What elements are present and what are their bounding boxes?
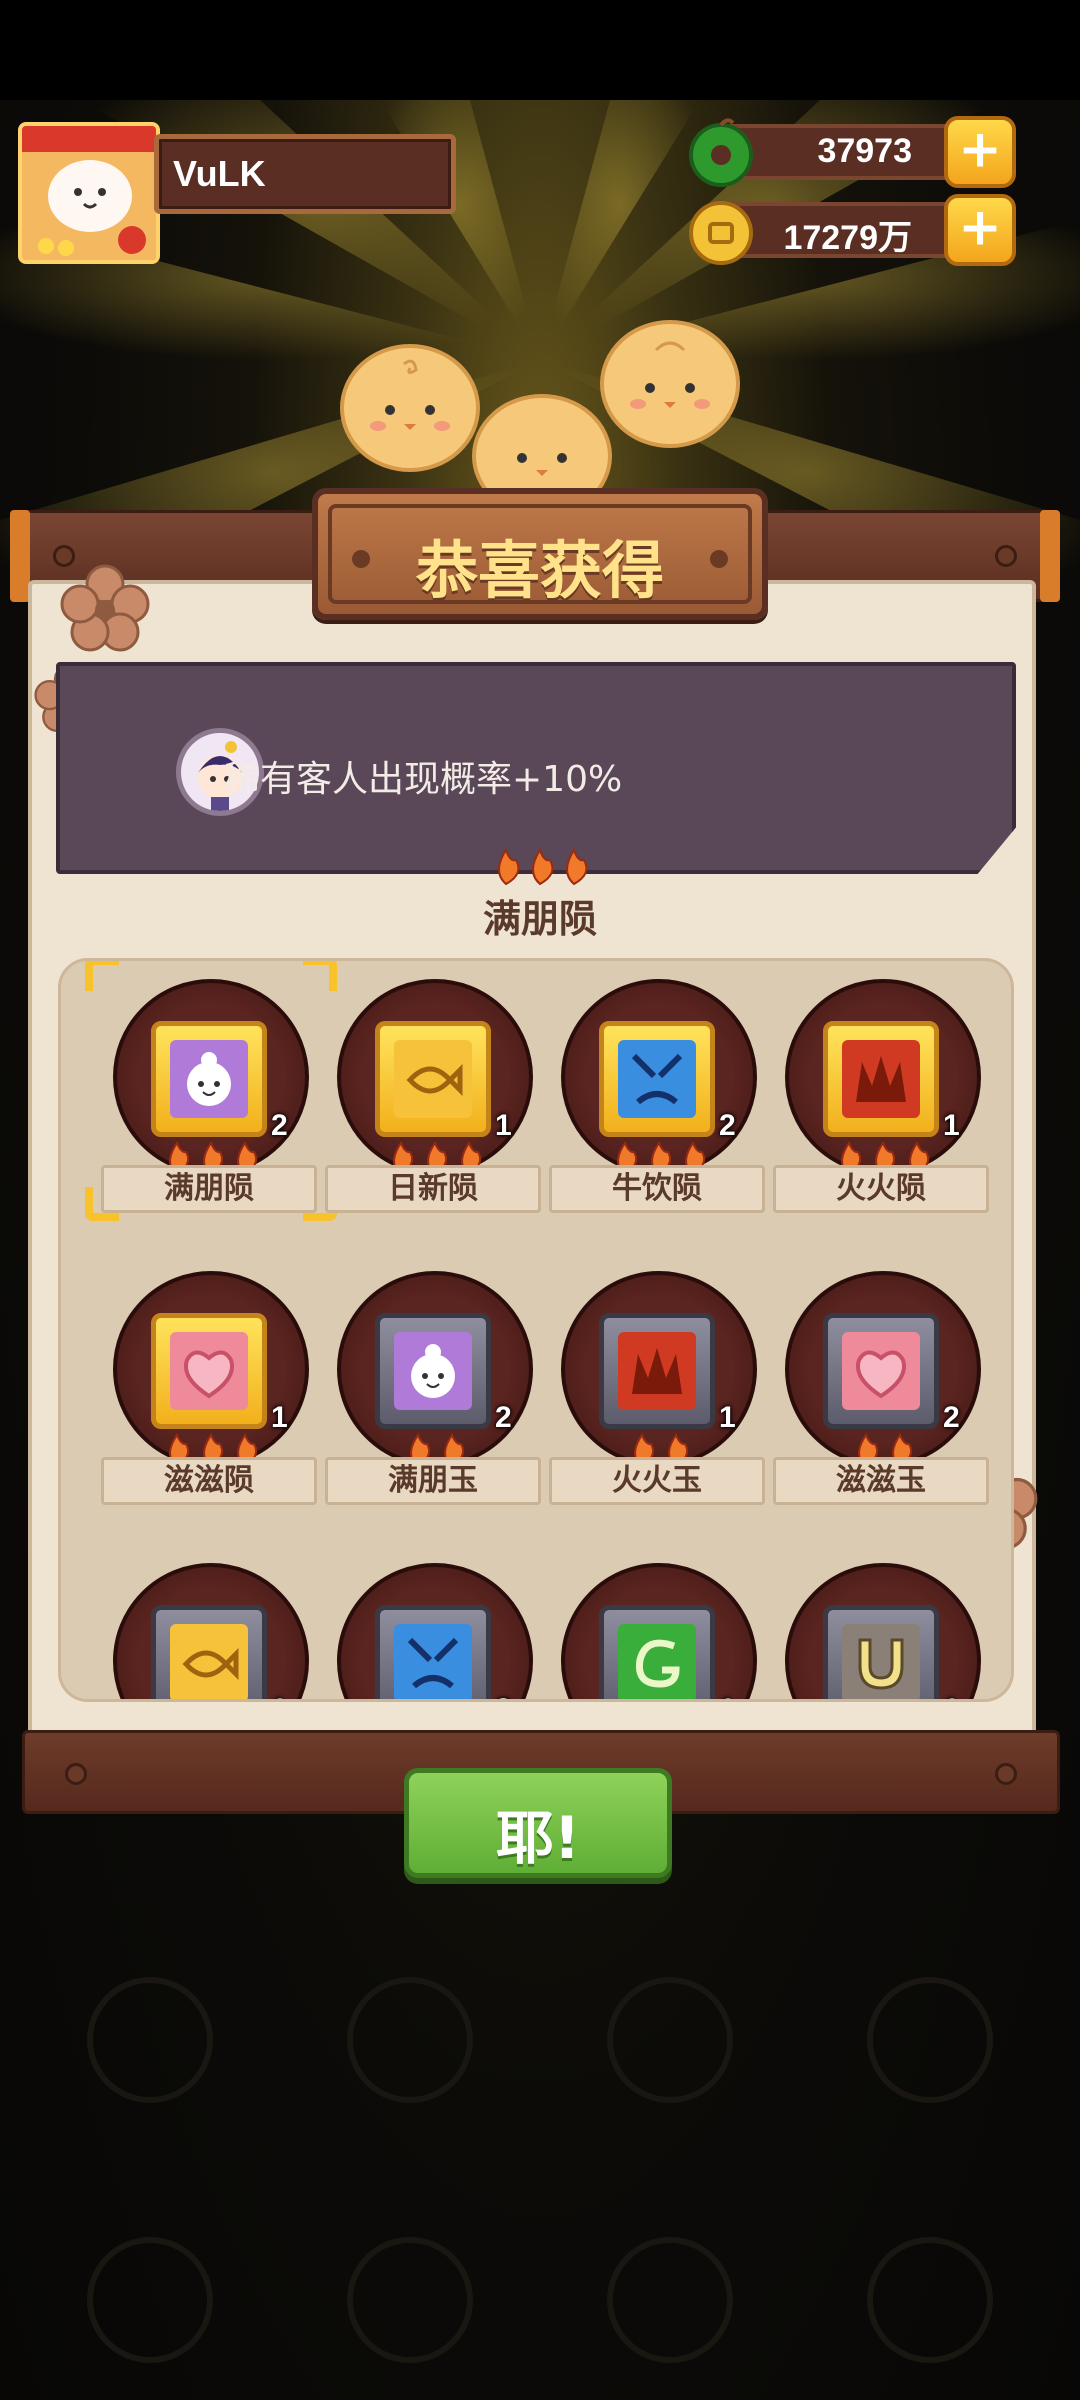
- reward-item[interactable]: 1: [549, 1553, 769, 1699]
- item-tile: [599, 1605, 715, 1699]
- item-name: 火火玉: [549, 1457, 765, 1505]
- jade-currency-bar: 37973 +: [689, 116, 1016, 188]
- crossed-arrows-icon: [394, 1624, 472, 1699]
- item-tile: [823, 1605, 939, 1699]
- horseshoe-icon: [842, 1624, 920, 1699]
- item-name: 滋滋玉: [773, 1457, 989, 1505]
- item-tile: [375, 1313, 491, 1429]
- heart-icon: [170, 1332, 248, 1410]
- flame-rating-icon: [498, 847, 588, 886]
- selection-corner: [85, 1187, 119, 1221]
- item-count: 1: [271, 1693, 288, 1699]
- reward-item[interactable]: 2 牛饮陨: [549, 969, 769, 1219]
- item-name: 牛饮陨: [549, 1165, 765, 1213]
- add-coins-button[interactable]: +: [944, 194, 1016, 266]
- flame-crown-icon: [842, 1040, 920, 1118]
- item-name: 滋滋陨: [101, 1457, 317, 1505]
- item-tile: [823, 1021, 939, 1137]
- reward-item[interactable]: 1 日新陨: [325, 969, 545, 1219]
- item-count: 2: [943, 1401, 960, 1434]
- add-jade-button[interactable]: +: [944, 116, 1016, 188]
- reward-item[interactable]: 1: [101, 1553, 321, 1699]
- jade-amount: 37973: [817, 132, 912, 170]
- title-sign: 恭喜获得: [312, 488, 768, 620]
- baby-face-icon: [170, 1040, 248, 1118]
- jade-coin-icon: [689, 118, 753, 187]
- item-tile: [823, 1313, 939, 1429]
- item-count: 2: [719, 1109, 736, 1142]
- item-count: 1: [495, 1109, 512, 1142]
- background-shelf: [87, 1977, 993, 2363]
- bonus-text: 稀有客人出现概率+10%: [224, 759, 623, 800]
- reward-item[interactable]: 2 满朋玉: [325, 1261, 545, 1511]
- item-name: 满朋玉: [325, 1457, 541, 1505]
- confirm-label: 耶!: [495, 1804, 581, 1872]
- item-count: 2: [495, 1693, 512, 1699]
- item-name: 火火陨: [773, 1165, 989, 1213]
- item-name: 满朋陨: [101, 1165, 317, 1213]
- item-tile: [375, 1021, 491, 1137]
- item-count: 1: [719, 1693, 736, 1699]
- cat-avatar-icon: [22, 126, 156, 260]
- fish-icon: [394, 1040, 472, 1118]
- player-name-plate: VuLK: [154, 134, 456, 214]
- coin-amount: 17279万: [783, 219, 912, 257]
- gold-coin-icon: [689, 201, 753, 265]
- crossed-arrows-icon: [618, 1040, 696, 1118]
- item-tile: [151, 1021, 267, 1137]
- item-tile: [151, 1313, 267, 1429]
- reward-item[interactable]: 2 滋滋玉: [773, 1261, 993, 1511]
- player-avatar[interactable]: [18, 122, 160, 264]
- heart-icon: [842, 1332, 920, 1410]
- item-tile: [599, 1313, 715, 1429]
- reward-item[interactable]: 1 火火玉: [549, 1261, 769, 1511]
- chick-left: [340, 344, 480, 472]
- reward-title: 恭喜获得: [415, 534, 664, 607]
- item-tile: [375, 1605, 491, 1699]
- set-name: 满朋陨: [482, 897, 597, 941]
- coin-currency-bar: 17279万 +: [689, 194, 1016, 266]
- item-tile: [151, 1605, 267, 1699]
- baby-face-icon: [394, 1332, 472, 1410]
- fish-icon: [170, 1624, 248, 1699]
- item-count: 1: [271, 1401, 288, 1434]
- item-name: 日新陨: [325, 1165, 541, 1213]
- chick-right: [600, 320, 740, 448]
- reward-item[interactable]: 1: [773, 1553, 993, 1699]
- item-count: 1: [719, 1401, 736, 1434]
- reward-item[interactable]: 1 火火陨: [773, 969, 993, 1219]
- player-name: VuLK: [173, 153, 266, 194]
- item-count: 2: [271, 1109, 288, 1142]
- reward-items-grid: 2 满朋陨 1 日新陨 2 牛饮陨 1 火火陨 1 滋滋陨 2 满朋玉 1 火火玉 2 滋滋玉 1 2 1 1: [58, 958, 1014, 1702]
- item-count: 2: [495, 1401, 512, 1434]
- plus-icon: +: [958, 119, 1002, 180]
- confirm-button[interactable]: 耶!: [404, 1768, 672, 1878]
- selection-corner: [85, 961, 119, 991]
- reward-item[interactable]: 1 滋滋陨: [101, 1261, 321, 1511]
- item-count: 1: [943, 1109, 960, 1142]
- flower-decoration-icon: [60, 564, 150, 652]
- status-bar: [0, 0, 1080, 100]
- reward-item[interactable]: 2: [325, 1553, 545, 1699]
- reward-item[interactable]: 2 满朋陨: [85, 961, 337, 1221]
- chick-mascots: [340, 320, 740, 510]
- swirl-icon: [618, 1624, 696, 1699]
- reward-screen: { "player": { "name": "VuLK" }, "currenc…: [0, 0, 1080, 2400]
- plus-icon: +: [958, 197, 1002, 258]
- flame-crown-icon: [618, 1332, 696, 1410]
- item-count: 1: [943, 1693, 960, 1699]
- item-tile: [599, 1021, 715, 1137]
